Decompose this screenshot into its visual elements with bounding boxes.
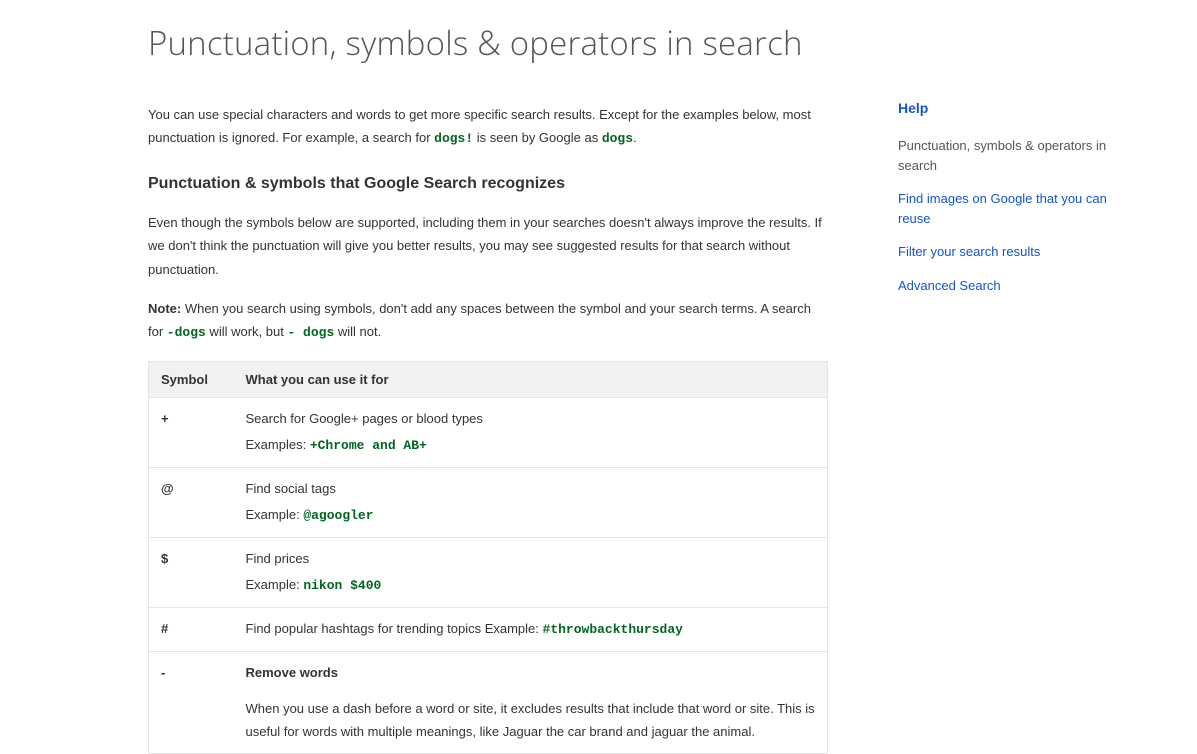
note-text-b: will work, but <box>206 324 288 339</box>
table-header-symbol: Symbol <box>149 361 234 397</box>
row-example-label: Example: <box>246 577 304 592</box>
row-example-label: Example: <box>246 507 304 522</box>
main-content: Punctuation, symbols & operators in sear… <box>148 20 858 754</box>
row-example-code: #throwbackthursday <box>543 622 683 637</box>
row-example-code: @agoogler <box>303 508 373 523</box>
sidebar: Help Punctuation, symbols & operators in… <box>858 20 1118 754</box>
note-code-2: - dogs <box>287 325 334 340</box>
symbol: # <box>161 621 168 636</box>
note-paragraph: Note: When you search using symbols, don… <box>148 297 828 345</box>
row-desc: Find social tags <box>246 481 336 496</box>
sidebar-link-advanced[interactable]: Advanced Search <box>898 276 1118 296</box>
symbol: @ <box>161 481 174 496</box>
symbols-table: Symbol What you can use it for + Search … <box>148 361 828 754</box>
row-desc: Find popular hashtags for trending topic… <box>246 621 543 636</box>
note-text-c: will not. <box>334 324 381 339</box>
intro-code-2: dogs <box>602 131 633 146</box>
row-desc: When you use a dash before a word or sit… <box>246 701 815 738</box>
table-row: $ Find prices Example: nikon $400 <box>149 538 828 608</box>
section-heading: Punctuation & symbols that Google Search… <box>148 175 828 193</box>
table-row: @ Find social tags Example: @agoogler <box>149 467 828 537</box>
sidebar-link-images[interactable]: Find images on Google that you can reuse <box>898 189 1118 228</box>
symbol: $ <box>161 551 168 566</box>
row-example-code: +Chrome and AB+ <box>310 438 427 453</box>
row-desc: Find prices <box>246 551 310 566</box>
symbol: + <box>161 411 169 426</box>
table-header-use: What you can use it for <box>234 361 828 397</box>
row-example-code: nikon $400 <box>303 578 381 593</box>
row-example-label: Examples: <box>246 437 310 452</box>
note-code-1: -dogs <box>167 325 206 340</box>
intro-text-c: . <box>633 130 637 145</box>
intro-paragraph: You can use special characters and words… <box>148 103 828 151</box>
sidebar-heading: Help <box>898 100 1118 116</box>
section-paragraph: Even though the symbols below are suppor… <box>148 211 828 281</box>
table-row: + Search for Google+ pages or blood type… <box>149 397 828 467</box>
row-strong: Remove words <box>246 662 816 684</box>
sidebar-link-current[interactable]: Punctuation, symbols & operators in sear… <box>898 136 1118 175</box>
symbol: - <box>161 665 165 680</box>
note-label: Note: <box>148 301 181 316</box>
sidebar-link-filter[interactable]: Filter your search results <box>898 242 1118 262</box>
intro-text-b: is seen by Google as <box>473 130 602 145</box>
intro-code-1: dogs! <box>434 131 473 146</box>
table-row: # Find popular hashtags for trending top… <box>149 608 828 652</box>
row-desc: Search for Google+ pages or blood types <box>246 411 483 426</box>
table-row: - Remove words When you use a dash befor… <box>149 652 828 753</box>
page-title: Punctuation, symbols & operators in sear… <box>148 20 828 65</box>
